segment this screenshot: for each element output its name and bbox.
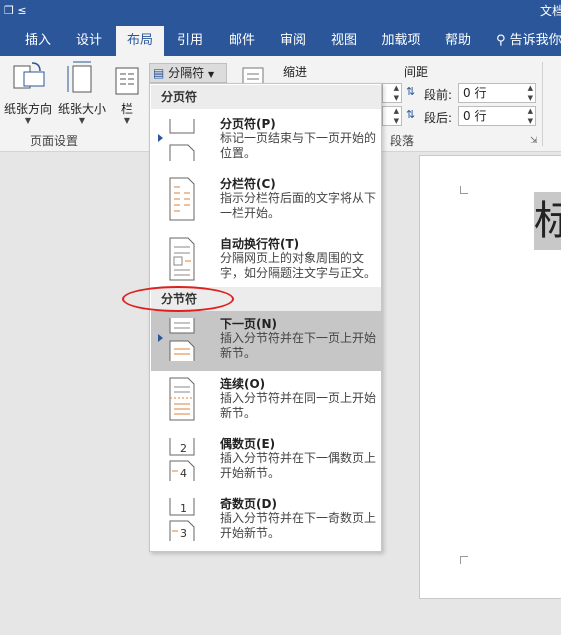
tab-addins[interactable]: 加载项 bbox=[372, 26, 430, 56]
page-setup-group-label: 页面设置 bbox=[30, 134, 79, 148]
page-breaks-header: 分页符 bbox=[151, 85, 381, 109]
orientation-button[interactable]: 纸张方向 ▼ bbox=[2, 60, 54, 130]
menu-item-description: 插入分节符并在下一偶数页上开始新节。 bbox=[220, 451, 377, 480]
space-after-value: 0 行 bbox=[463, 109, 487, 123]
menu-item-title: 自动换行符(T) bbox=[220, 237, 300, 251]
page-orientation-icon bbox=[13, 62, 45, 89]
menu-item-description: 插入分节符并在下一奇数页上开始新节。 bbox=[220, 511, 377, 540]
tell-me-search[interactable]: ⚲ 告诉我你 bbox=[496, 26, 561, 56]
menu-item-next-page[interactable]: 下一页(N) 插入分节符并在下一页上开始新节。 bbox=[151, 311, 381, 371]
menu-item-description: 插入分节符并在下一页上开始新节。 bbox=[220, 331, 377, 360]
spinner-arrows-icon: ▲ ▼ bbox=[527, 107, 533, 125]
space-after-icon: ⇅ bbox=[406, 108, 416, 121]
columns-label: 栏 bbox=[120, 102, 133, 116]
indent-left-spinner[interactable]: ▲ ▼ bbox=[382, 83, 402, 103]
group-separator bbox=[542, 62, 543, 146]
svg-text:2: 2 bbox=[180, 442, 187, 455]
menu-item-title: 下一页(N) bbox=[220, 317, 278, 331]
space-after-input[interactable]: 0 行 ▲ ▼ bbox=[458, 106, 536, 126]
space-after-label: 段后: bbox=[424, 111, 453, 125]
indent-label: 缩进 bbox=[283, 65, 308, 79]
annotation-circle bbox=[122, 286, 234, 312]
chevron-down-icon: ▼ bbox=[78, 116, 86, 125]
page-break-icon bbox=[169, 119, 195, 161]
search-icon: ⚲ bbox=[496, 33, 506, 48]
space-before-icon: ⇅ bbox=[406, 85, 416, 98]
menu-item-even-page[interactable]: 2 4 偶数页(E) 插入分节符并在下一偶数页上开始新节。 bbox=[151, 431, 381, 491]
odd-page-icon: 1 3 bbox=[169, 498, 195, 541]
paper-size-icon bbox=[67, 61, 92, 93]
spinner-arrows-icon: ▲ ▼ bbox=[393, 107, 399, 125]
spinner-arrows-icon: ▲ ▼ bbox=[393, 84, 399, 102]
menu-item-title: 偶数页(E) bbox=[220, 437, 276, 451]
menu-item-description: 指示分栏符后面的文字将从下一栏开始。 bbox=[220, 191, 377, 220]
columns-button[interactable]: 栏 ▼ bbox=[112, 60, 142, 130]
menu-item-page-break[interactable]: 分页符(P) 标记一页结束与下一页开始的位置。 bbox=[151, 111, 381, 171]
spacing-label: 间距 bbox=[404, 65, 429, 79]
continuous-icon bbox=[169, 377, 195, 421]
paragraph-group-label: 段落 bbox=[390, 134, 415, 148]
even-page-icon: 2 4 bbox=[169, 438, 195, 481]
menu-item-column-break[interactable]: 分栏符(C) 指示分栏符后面的文字将从下一栏开始。 bbox=[151, 171, 381, 231]
margin-corner-mark bbox=[460, 556, 468, 564]
svg-text:1: 1 bbox=[180, 502, 187, 515]
margin-corner-mark bbox=[460, 186, 468, 194]
menu-item-description: 分隔网页上的对象周围的文字，如分隔题注文字与正文。 bbox=[220, 251, 377, 280]
size-button[interactable]: 纸张大小 ▼ bbox=[56, 60, 108, 130]
tab-view[interactable]: 视图 bbox=[320, 26, 368, 56]
breaks-dropdown-menu: 分页符 分页符(P) 标记一页结束与下一页开始的位置。 分栏符(C) 指示分栏符… bbox=[149, 83, 382, 552]
spinner-arrows-icon: ▲ ▼ bbox=[527, 84, 533, 102]
breaks-icon: ▤ bbox=[153, 66, 165, 80]
svg-text:3: 3 bbox=[180, 527, 187, 540]
menu-item-description: 插入分节符并在同一页上开始新节。 bbox=[220, 391, 377, 420]
dialog-launcher-icon[interactable]: ⇲ bbox=[530, 136, 538, 146]
tab-mailings[interactable]: 邮件 bbox=[218, 26, 266, 56]
columns-icon bbox=[115, 67, 139, 95]
menu-item-description: 标记一页结束与下一页开始的位置。 bbox=[220, 131, 377, 160]
indent-right-spinner[interactable]: ▲ ▼ bbox=[382, 106, 402, 126]
menu-item-title: 分栏符(C) bbox=[220, 177, 276, 191]
title-bar: ❒ ≤ 文档 bbox=[0, 0, 561, 26]
column-break-icon bbox=[169, 177, 195, 221]
document-heading-fragment: 标 bbox=[534, 192, 561, 250]
menu-item-title: 分页符(P) bbox=[220, 117, 276, 131]
tell-me-label: 告诉我你 bbox=[509, 33, 561, 48]
menu-item-continuous[interactable]: 连续(O) 插入分节符并在同一页上开始新节。 bbox=[151, 371, 381, 431]
ribbon-tabs: 插入 设计 布局 引用 邮件 审阅 视图 加载项 帮助 ⚲ 告诉我你 bbox=[0, 26, 561, 56]
selection-pointer-icon bbox=[158, 134, 163, 142]
menu-item-title: 连续(O) bbox=[220, 377, 266, 391]
quick-access-toolbar[interactable]: ❒ ≤ bbox=[4, 4, 27, 17]
tab-help[interactable]: 帮助 bbox=[434, 26, 482, 56]
document-title: 文档 bbox=[540, 4, 561, 18]
tab-insert[interactable]: 插入 bbox=[14, 26, 62, 56]
next-page-icon bbox=[169, 318, 195, 361]
chevron-down-icon: ▼ bbox=[123, 116, 131, 125]
space-before-value: 0 行 bbox=[463, 86, 487, 100]
tab-design[interactable]: 设计 bbox=[64, 26, 114, 56]
chevron-down-icon: ▼ bbox=[24, 116, 32, 125]
text-wrapping-break-icon bbox=[169, 237, 195, 281]
breaks-label: 分隔符 bbox=[168, 66, 205, 80]
tab-layout[interactable]: 布局 bbox=[116, 26, 164, 56]
size-label: 纸张大小 bbox=[57, 102, 106, 116]
menu-item-odd-page[interactable]: 1 3 奇数页(D) 插入分节符并在下一奇数页上开始新节。 bbox=[151, 491, 381, 551]
svg-text:4: 4 bbox=[180, 467, 187, 480]
tab-references[interactable]: 引用 bbox=[166, 26, 214, 56]
chevron-down-icon: ▼ bbox=[208, 70, 215, 79]
menu-item-text-wrapping-break[interactable]: 自动换行符(T) 分隔网页上的对象周围的文字，如分隔题注文字与正文。 bbox=[151, 231, 381, 291]
tab-review[interactable]: 审阅 bbox=[268, 26, 318, 56]
space-before-label: 段前: bbox=[424, 88, 453, 102]
breaks-button[interactable]: ▤ 分隔符 ▼ bbox=[149, 63, 227, 83]
space-before-input[interactable]: 0 行 ▲ ▼ bbox=[458, 83, 536, 103]
menu-item-title: 奇数页(D) bbox=[220, 497, 277, 511]
orientation-label: 纸张方向 bbox=[3, 102, 52, 116]
selection-pointer-icon bbox=[158, 334, 163, 342]
